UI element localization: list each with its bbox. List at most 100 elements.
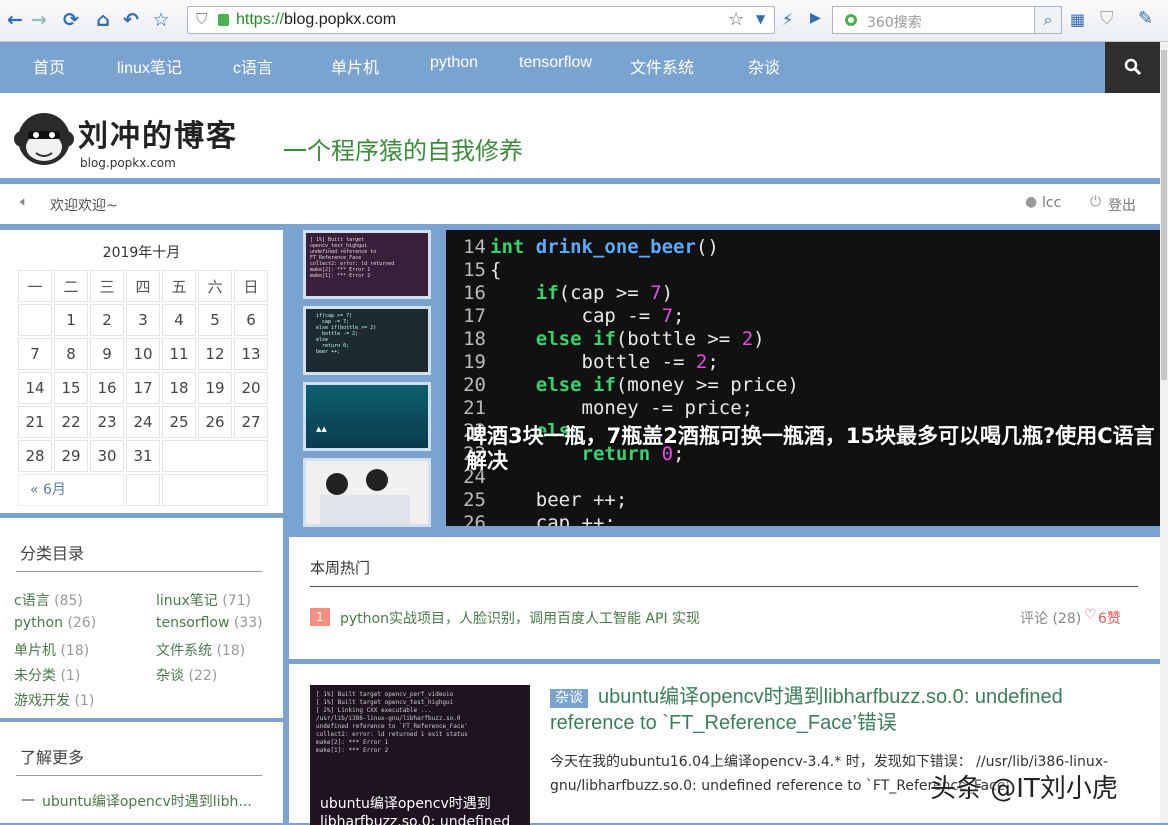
search-go-icon[interactable]: ⌕ xyxy=(1034,6,1062,34)
thumbnail-code: [ 1%] Built target opencv_perf_videoio [… xyxy=(316,691,468,754)
category-link[interactable]: 单片机 (18) xyxy=(14,640,89,660)
search-placeholder: 360搜索 xyxy=(867,15,922,31)
category-count: (18) xyxy=(60,643,90,659)
article-thumbnail[interactable]: [ 1%] Built target opencv_perf_videoio [… xyxy=(310,685,530,825)
comment-count[interactable]: 评论 (28) xyxy=(1020,608,1081,628)
code-line: 26 cap ++; xyxy=(446,512,616,526)
calendar-next-cell xyxy=(162,474,268,506)
thumb-graphic: ▲▲ xyxy=(316,425,327,433)
slider-main-slide[interactable]: 14 int drink_one_beer() 15{ 16 if(cap >= … xyxy=(446,230,1160,526)
categories-heading: 分类目录 xyxy=(20,544,85,563)
back-icon[interactable]: ← xyxy=(4,8,26,32)
code-line: 21 money -= price; xyxy=(446,397,753,419)
code-line: 19 bottle -= 2; xyxy=(446,351,719,373)
code-line: 25 beer ++; xyxy=(446,489,627,511)
lightning-icon[interactable]: ⚡ xyxy=(782,10,793,29)
calendar-day: 21 xyxy=(18,406,52,438)
calendar-day: 20 xyxy=(234,372,268,404)
nav-python[interactable]: python xyxy=(430,54,478,72)
nav-linux[interactable]: linux笔记 xyxy=(117,54,182,78)
code-line: 18 else if(bottle >= 2) xyxy=(446,328,764,350)
nav-mcu[interactable]: 单片机 xyxy=(331,54,379,78)
monkey-logo-icon[interactable] xyxy=(14,109,74,169)
browser-search-input[interactable]: 360搜索 xyxy=(832,6,1062,34)
category-count: (26) xyxy=(67,615,97,631)
line-number: 14 xyxy=(463,236,486,258)
tools-icon[interactable]: ✎ xyxy=(1138,8,1153,29)
category-link[interactable]: python (26) xyxy=(14,615,96,631)
line-number: 18 xyxy=(463,328,486,350)
nav-c[interactable]: c语言 xyxy=(233,54,273,78)
calendar-day: 22 xyxy=(54,406,88,438)
category-count: (85) xyxy=(54,593,83,609)
calendar-day xyxy=(18,304,52,336)
dropdown-icon[interactable]: ▼ xyxy=(756,12,765,26)
weekday-header: 六 xyxy=(198,270,232,302)
category-link[interactable]: 文件系统 (18) xyxy=(156,640,245,660)
category-count: (18) xyxy=(216,643,246,659)
bookmark-star-icon[interactable]: ☆ xyxy=(728,9,744,30)
category-name: c语言 xyxy=(14,593,50,609)
category-name: tensorflow xyxy=(156,615,230,631)
code-line: 20 else if(money >= price) xyxy=(446,374,799,396)
hot-post-link[interactable]: python实战项目，人脸识别，调用百度人工智能 API 实现 xyxy=(340,608,700,628)
url-text[interactable]: https://blog.popkx.com xyxy=(236,11,396,29)
welcome-text: 欢迎欢迎~ xyxy=(50,198,118,214)
category-name: linux笔记 xyxy=(156,593,218,609)
code-line: 15{ xyxy=(446,259,501,281)
nav-home[interactable]: 首页 xyxy=(33,54,65,78)
category-link[interactable]: 游戏开发 (1) xyxy=(14,690,94,710)
calendar-day: 29 xyxy=(54,440,88,472)
category-name: 杂谈 xyxy=(156,668,184,684)
slider-thumb[interactable]: ▲▲ xyxy=(303,382,431,451)
home-icon[interactable]: ⌂ xyxy=(92,8,114,32)
calendar-day: 8 xyxy=(54,338,88,370)
category-name: python xyxy=(14,615,63,631)
info-bar: 🔈︎ 欢迎欢迎~ ● lcc ⏻ 登出 xyxy=(0,184,1160,224)
article-title[interactable]: ubuntu编译opencv时遇到libharfbuzz.so.0: undef… xyxy=(550,684,1130,736)
divider xyxy=(16,775,262,776)
forward-icon[interactable]: → xyxy=(28,8,50,32)
category-link[interactable]: linux笔记 (71) xyxy=(156,590,251,610)
slider-thumb[interactable]: if(cap >= 7) cap -= 7; else if(bottle >=… xyxy=(303,306,431,375)
category-link[interactable]: 杂谈 (22) xyxy=(156,665,217,685)
360-logo-icon xyxy=(845,14,857,26)
divider xyxy=(16,571,262,572)
favorite-icon[interactable]: ☆ xyxy=(150,8,172,32)
nav-misc[interactable]: 杂谈 xyxy=(748,54,780,78)
address-bar[interactable]: ⛉ https://blog.popkx.com ☆ ▼ xyxy=(187,6,775,34)
calendar-day xyxy=(162,440,268,472)
refresh-icon[interactable]: ⟳ xyxy=(60,8,82,32)
scrollbar-thumb[interactable] xyxy=(1161,50,1167,380)
more-link[interactable]: ubuntu编译opencv时遇到libh... xyxy=(42,791,262,811)
category-count: (1) xyxy=(60,668,81,684)
user-link[interactable]: lcc xyxy=(1042,195,1061,211)
weekday-header: 三 xyxy=(90,270,124,302)
shield-ext-icon[interactable]: ⛉ xyxy=(1100,8,1114,29)
slider-thumb[interactable] xyxy=(303,458,431,527)
divider xyxy=(310,586,1138,587)
category-link[interactable]: 未分类 (1) xyxy=(14,665,80,685)
calendar-prev-month[interactable]: « 6月 xyxy=(30,479,66,499)
category-link[interactable]: tensorflow (33) xyxy=(156,615,263,631)
calendar-day: 31 xyxy=(126,440,160,472)
apps-grid-icon[interactable]: ▦ xyxy=(1070,10,1085,29)
category-link[interactable]: c语言 (85) xyxy=(14,590,83,610)
like-count[interactable]: 6赞 xyxy=(1098,608,1121,628)
calendar-day: 5 xyxy=(198,304,232,336)
rank-badge: 1 xyxy=(310,608,330,626)
nav-search-icon[interactable] xyxy=(1105,42,1160,93)
nav-filesystem[interactable]: 文件系统 xyxy=(630,54,694,78)
nav-tensorflow[interactable]: tensorflow xyxy=(519,54,592,72)
speaker-icon: 🔈︎ xyxy=(20,194,29,210)
slide-caption[interactable]: 啤酒3块一瓶，7瓶盖2酒瓶可换一瓶酒，15块最多可以喝几瓶?使用C语言解决 xyxy=(466,424,1156,474)
slider-thumb[interactable]: [ 1%] Built target opencv_test_highgui u… xyxy=(303,230,431,299)
calendar-day: 25 xyxy=(162,406,196,438)
logo-title[interactable]: 刘冲的博客 xyxy=(78,111,238,155)
calendar-widget: 2019年十月 一 二 三 四 五 六 日 1 2 3 4 5 6 7 8 9 … xyxy=(0,230,283,513)
category-count: (1) xyxy=(74,693,95,709)
calendar-day: 18 xyxy=(162,372,196,404)
play-icon[interactable]: ▶ xyxy=(810,10,821,26)
logout-link[interactable]: 登出 xyxy=(1108,195,1136,215)
undo-icon[interactable]: ↶ xyxy=(120,8,142,32)
